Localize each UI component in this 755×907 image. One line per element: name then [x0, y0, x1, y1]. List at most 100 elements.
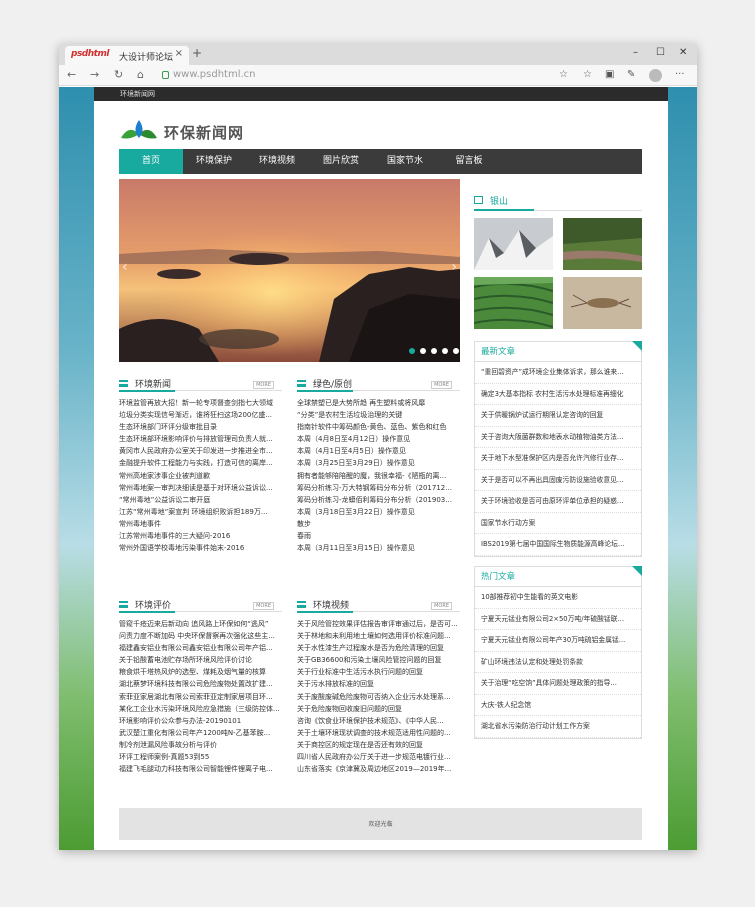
- news-list-item[interactable]: “常州毒地”公益诉讼二审开庭: [119, 494, 282, 506]
- maximize-icon[interactable]: ☐: [656, 47, 665, 58]
- latest-article-link[interactable]: 国家节水行动方案: [475, 513, 641, 534]
- news-list-item[interactable]: 常州毒地案一审判决细读是基于对环境公益诉讼...: [119, 482, 282, 494]
- news-list-item[interactable]: 生态环境部环境影响评价与排放管理司负责人就...: [119, 433, 282, 445]
- profile-avatar[interactable]: [649, 69, 662, 82]
- video-list-item[interactable]: 关于污水排放标准的回复: [297, 678, 460, 690]
- green-list-item[interactable]: 本周（4月8日至4月12日）操作意见: [297, 433, 460, 445]
- news-list-item[interactable]: 常州毒地事件: [119, 518, 282, 530]
- slider-dot[interactable]: [442, 348, 448, 354]
- tab-close-icon[interactable]: ×: [175, 48, 183, 59]
- hot-article-link[interactable]: 大庆-铁人纪念馆: [475, 695, 641, 716]
- slider-prev-icon[interactable]: ‹: [122, 259, 128, 275]
- latest-article-link[interactable]: 关于地下水型准保护区内是否允许汽修行业存...: [475, 448, 641, 470]
- latest-article-link[interactable]: 关于咨询大阪菌群数和地表水动植物油类方法...: [475, 427, 641, 448]
- hot-article-link[interactable]: 宁夏天元锰业有限公司2×50万吨/年硫酸锰联...: [475, 609, 641, 630]
- video-list-item[interactable]: 关于GB36600和污染土壤风险管控问题的回复: [297, 654, 460, 666]
- review-list-item[interactable]: 福建鑫安铝业有限公司鑫安铝业有限公司年产铝...: [119, 642, 282, 654]
- more-link[interactable]: MORE: [431, 381, 452, 389]
- latest-article-link[interactable]: “重回碧资产”成环境企业集体诉求，那么谁来...: [475, 362, 641, 384]
- slider-dot[interactable]: [420, 348, 426, 354]
- gallery-thumb-road[interactable]: [563, 218, 642, 270]
- review-list-item[interactable]: 某化工企业水污染环境风险应急措施（三级防控体...: [119, 703, 282, 715]
- green-list-item[interactable]: 春雨: [297, 530, 460, 542]
- image-slider[interactable]: ‹ ›: [119, 179, 460, 362]
- slider-dot[interactable]: [431, 348, 437, 354]
- video-list-item[interactable]: 关于废酸废碱危险废物可否纳入企业污水处理系...: [297, 691, 460, 703]
- latest-article-link[interactable]: 关于供暖锅炉试运行期限认定咨询的回复: [475, 405, 641, 427]
- slider-next-icon[interactable]: ›: [451, 259, 457, 275]
- nav-guestbook[interactable]: 留言板: [437, 149, 501, 174]
- hot-article-link[interactable]: 关于治理“吃空饷”具体问题处理政策的指导...: [475, 673, 641, 695]
- hot-article-link[interactable]: 宁夏天元锰业有限公司年产30万吨硫铝金属锰...: [475, 630, 641, 652]
- more-link[interactable]: MORE: [253, 602, 274, 610]
- nav-environment-video[interactable]: 环境视频: [245, 149, 309, 174]
- video-list-item[interactable]: 关于风险管控效果评估报告审评审通过后，是否可...: [297, 618, 460, 630]
- gallery-thumb-snow[interactable]: [474, 218, 553, 270]
- more-link[interactable]: MORE: [253, 381, 274, 389]
- green-list-item[interactable]: 筹码分析练习-万大特钢筹码分布分析（201712...: [297, 482, 460, 494]
- review-list-item[interactable]: 制冷剂泄漏风险事故分析与评价: [119, 739, 282, 751]
- minimize-icon[interactable]: –: [633, 47, 638, 58]
- review-list-item[interactable]: 福建飞毛腿动力科技有限公司智能锂件锂离子电...: [119, 763, 282, 775]
- latest-article-link[interactable]: 确定3大基本指标 农村生活污水处理标准再细化: [475, 384, 641, 405]
- new-tab-button[interactable]: +: [192, 46, 202, 60]
- section-title[interactable]: 环境新闻: [135, 377, 171, 390]
- news-list-item[interactable]: 江苏常州毒地事件的三大疑问-2016: [119, 530, 282, 542]
- news-list-item[interactable]: 金融提升软件工程能力与实践，打造可信的离岸...: [119, 457, 282, 469]
- hot-article-link[interactable]: 10部推荐初中生能看的英文电影: [475, 587, 641, 609]
- green-list-item[interactable]: 本周（3月25日至3月29日）操作意见: [297, 457, 460, 469]
- site-logo-icon[interactable]: [119, 118, 159, 144]
- review-list-item[interactable]: 粮食烘干塔热风炉的选型、煤耗及烟气量的核算: [119, 666, 282, 678]
- review-list-item[interactable]: 武汉楚江重化有限公司年产1200吨N-乙基苯胺...: [119, 727, 282, 739]
- hot-article-link[interactable]: 矿山环境违法认定和处理处罚条款: [475, 652, 641, 673]
- review-list-item[interactable]: 环境影响评价公众参与办法-20190101: [119, 715, 282, 727]
- review-list-item[interactable]: 环评工程师案例-真题53到55: [119, 751, 282, 763]
- news-list-item[interactable]: 常州高地家涉事企业被判道歉: [119, 470, 282, 482]
- review-list-item[interactable]: 关于铅酸蓄电池贮存场所环境风险评价讨论: [119, 654, 282, 666]
- video-list-item[interactable]: 关于水性漆生产过程废水是否为危险清理的回复: [297, 642, 460, 654]
- video-list-item[interactable]: 关于土壤环境现状调查的技术规范适用性问题的...: [297, 727, 460, 739]
- section-title[interactable]: 环境视频: [313, 598, 349, 611]
- review-list-item[interactable]: 问责力度不断加码 中央环保督察再次强化这些主...: [119, 630, 282, 642]
- forward-icon[interactable]: →: [90, 68, 99, 81]
- gallery-thumb-terraces[interactable]: [474, 277, 553, 329]
- extensions-icon[interactable]: ✎: [627, 69, 635, 80]
- more-menu-icon[interactable]: ···: [675, 69, 685, 80]
- nav-home[interactable]: 首页: [119, 149, 183, 174]
- latest-article-link[interactable]: 关于是否可以不再出具固废污防设施验收意见...: [475, 470, 641, 491]
- latest-article-link[interactable]: 关于环境验收是否可由原环评单位承担的疑惑...: [475, 491, 641, 513]
- nav-picture-gallery[interactable]: 图片欣赏: [309, 149, 373, 174]
- green-list-item[interactable]: 全球禁塑已是大势所趋 再生塑料或将风靡: [297, 397, 460, 409]
- back-icon[interactable]: ←: [67, 68, 76, 81]
- collections-icon[interactable]: ▣: [605, 69, 614, 80]
- video-list-item[interactable]: 关于商控区的规定现在是否还有效的回复: [297, 739, 460, 751]
- slider-dot[interactable]: [409, 348, 415, 354]
- section-title[interactable]: 环境评价: [135, 598, 171, 611]
- reload-icon[interactable]: ↻: [114, 68, 123, 81]
- review-list-item[interactable]: 索菲亚家居湖北有限公司索菲亚定制家居项目环...: [119, 691, 282, 703]
- review-list-item[interactable]: 湖北蔡梦环境科技有限公司危险废物处置改扩建...: [119, 678, 282, 690]
- video-list-item[interactable]: 关于林地和未利用地土壤如何选用评价标准问题...: [297, 630, 460, 642]
- slider-dot[interactable]: [453, 348, 459, 354]
- news-list-item[interactable]: 常州外国语学校毒地污染事件始末-2016: [119, 542, 282, 554]
- site-logo-text[interactable]: 环保新闻网: [164, 122, 244, 143]
- favorites-icon[interactable]: ☆: [583, 69, 592, 80]
- video-list-item[interactable]: 关于行业标准中生活污水执行问题的回复: [297, 666, 460, 678]
- nav-environment-protection[interactable]: 环境保护: [183, 149, 245, 174]
- news-list-item[interactable]: 环境监管再放大招！新一轮专项督查剑指七大领域: [119, 397, 282, 409]
- video-list-item[interactable]: 咨询《饮食业环境保护技术规范》、《中华人民...: [297, 715, 460, 727]
- video-list-item[interactable]: 四川省人民政府办公厅关于进一步规范电镀行业...: [297, 751, 460, 763]
- news-list-item[interactable]: 生态环境部门环评分级审批目录: [119, 421, 282, 433]
- green-list-item[interactable]: 本周（3月11日至3月15日）操作意见: [297, 542, 460, 554]
- green-list-item[interactable]: “分类”是农村生活垃圾治理的关键: [297, 409, 460, 421]
- green-list-item[interactable]: 本周（4月1日至4月5日）操作意见: [297, 445, 460, 457]
- gallery-thumb-shrimp[interactable]: [563, 277, 642, 329]
- nav-water-saving[interactable]: 国家节水: [373, 149, 437, 174]
- video-list-item[interactable]: 山东省落实《京津冀及周边地区2019—2019年...: [297, 763, 460, 775]
- green-list-item[interactable]: 散步: [297, 518, 460, 530]
- news-list-item[interactable]: 江苏“常州毒地”案宣判 环境组织败诉担189万...: [119, 506, 282, 518]
- green-list-item[interactable]: 指南针软件中筹码颜色-黄色、蓝色、紫色和红色: [297, 421, 460, 433]
- home-icon[interactable]: ⌂: [137, 68, 144, 81]
- gallery-title[interactable]: 银山: [490, 194, 508, 207]
- more-link[interactable]: MORE: [431, 602, 452, 610]
